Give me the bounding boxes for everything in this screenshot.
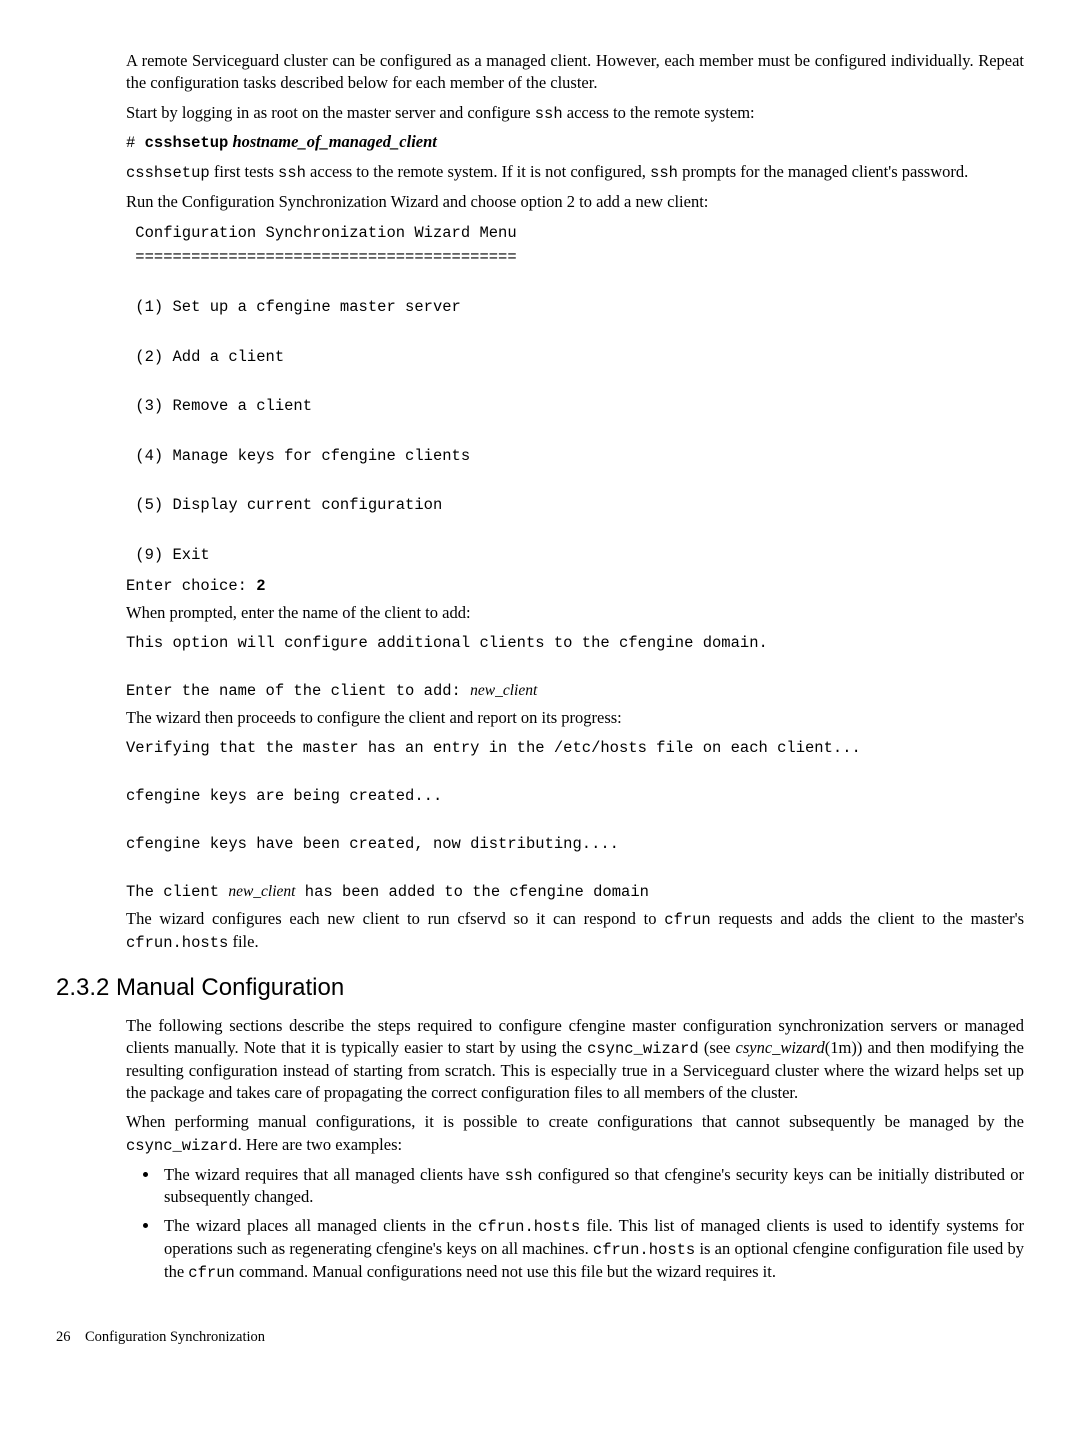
paragraph: When prompted, enter the name of the cli… [126,602,1024,624]
user-input: 2 [256,577,265,595]
bullet-list: The wizard requires that all managed cli… [126,1164,1024,1284]
code-inline: cfrun [664,911,711,929]
text: Start by logging in as root on the maste… [126,103,535,122]
text: When performing manual configurations, i… [126,1112,1024,1131]
code-inline: csync_wizard [126,1137,238,1155]
text: has been added to the cfengine domain [295,883,648,901]
prompt-output: Enter choice: 2 [126,574,1024,598]
prompt: # [126,134,145,152]
paragraph: Start by logging in as root on the maste… [126,102,1024,125]
command-line: # csshsetup hostname_of_managed_client [126,131,1024,154]
text: file. [228,932,258,951]
text: first tests [210,162,278,181]
text: access to the remote system: [563,103,755,122]
text: The wizard configures each new client to… [126,909,664,928]
text: . Here are two examples: [238,1135,402,1154]
terminal-output: Verifying that the master has an entry i… [126,736,1024,904]
code-inline: ssh [650,164,678,182]
placeholder: new_client [228,883,295,900]
text: requests and adds the client to the mast… [711,909,1024,928]
text: The wizard places all managed clients in… [164,1216,478,1235]
paragraph: A remote Serviceguard cluster can be con… [126,50,1024,95]
code-inline: ssh [278,164,306,182]
paragraph: The wizard configures each new client to… [126,908,1024,954]
text: prompts for the managed client's passwor… [678,162,968,181]
placeholder: new_client [470,682,537,699]
code-inline: ssh [535,105,563,123]
text: The wizard requires that all managed cli… [164,1165,505,1184]
text: command. Manual configurations need not … [235,1262,776,1281]
footer-text: Configuration Synchronization [85,1329,265,1345]
menu-output: Configuration Synchronization Wizard Men… [126,221,1024,568]
manpage-ref: csync_wizard [736,1038,825,1057]
paragraph: When performing manual configurations, i… [126,1111,1024,1156]
paragraph: The following sections describe the step… [126,1015,1024,1105]
paragraph: The wizard then proceeds to configure th… [126,707,1024,729]
command-arg: hostname_of_managed_client [228,132,437,151]
terminal-output: This option will configure additional cl… [126,631,1024,703]
code-inline: cfrun [188,1264,235,1282]
text: Enter choice: [126,577,256,595]
code-inline: csync_wizard [587,1040,699,1058]
list-item: The wizard requires that all managed cli… [160,1164,1024,1209]
code-inline: csshsetup [126,164,210,182]
page-footer: 26 Configuration Synchronization [56,1328,1024,1348]
paragraph: Run the Configuration Synchronization Wi… [126,191,1024,213]
section-heading: 2.3.2 Manual Configuration [56,972,1024,1004]
code-inline: ssh [505,1167,533,1185]
code-inline: cfrun.hosts [593,1241,695,1259]
list-item: The wizard places all managed clients in… [160,1215,1024,1284]
text: (see [699,1038,736,1057]
code-inline: cfrun.hosts [478,1218,580,1236]
page-number: 26 [56,1329,71,1345]
text: access to the remote system. If it is no… [306,162,650,181]
text: Verifying that the master has an entry i… [126,739,861,901]
code-inline: cfrun.hosts [126,934,228,952]
text: This option will configure additional cl… [126,634,768,700]
command: csshsetup [145,134,229,152]
paragraph: csshsetup first tests ssh access to the … [126,161,1024,184]
